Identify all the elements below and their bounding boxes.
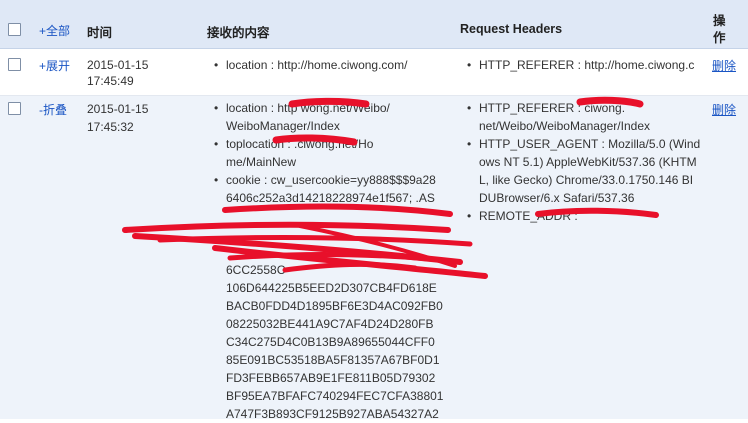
received-line: 6406c252a3d14218228974e1f567; .AS bbox=[226, 191, 435, 205]
received-line: FD3FEBB657AB9E1FE811B05D79302 bbox=[226, 371, 436, 385]
request-headers-content: • HTTP_REFERER : ciwong. net/Weibo/Weibo… bbox=[467, 99, 707, 225]
column-header-request-headers: Request Headers bbox=[460, 22, 563, 36]
delete-link[interactable]: 删除 bbox=[712, 101, 736, 118]
table-row: +展开 2015-01-15 17:45:49 location : http:… bbox=[0, 49, 748, 96]
header-line: net/Weibo/WeiboManager/Index bbox=[479, 119, 650, 133]
received-line: 08225032BE441A9C7AF4D24D280FB bbox=[226, 317, 434, 331]
received-line: BF95EA7BFAFC740294FEC7CFA38801 bbox=[226, 389, 444, 403]
received-line: WeiboManager/Index bbox=[226, 119, 340, 133]
header-line: DUBrowser/6.x Safari/537.36 bbox=[479, 191, 635, 205]
delete-link[interactable]: 删除 bbox=[712, 57, 736, 74]
row-date: 2015-01-15 bbox=[87, 102, 149, 116]
header-line: ows NT 5.1) AppleWebKit/537.36 (KHTM bbox=[479, 155, 697, 169]
received-content: • location : http wong.net/Weibo/ WeiboM… bbox=[214, 99, 464, 423]
row-date: 2015-01-15 bbox=[87, 58, 149, 72]
received-line: 106D644225B5EED2D307CB4FD618E bbox=[226, 281, 437, 295]
row-time: 17:45:32 bbox=[87, 120, 134, 134]
received-line bbox=[214, 225, 464, 243]
column-header-operation: 操 作 bbox=[713, 14, 726, 45]
table-header: +全部 时间 接收的内容 Request Headers 操 作 bbox=[0, 0, 748, 49]
header-line: L, like Gecko) Chrome/33.0.1750.146 BI bbox=[479, 173, 694, 187]
received-list: location : http://home.ciwong.com/ bbox=[214, 56, 454, 74]
column-header-time: 时间 bbox=[87, 26, 113, 40]
header-item: HTTP_REFERER : http://home.ciwong.c bbox=[467, 56, 707, 74]
received-line: 6CC2558C bbox=[226, 263, 286, 277]
expand-row-link[interactable]: +展开 bbox=[39, 57, 70, 74]
collapse-row-link[interactable]: -折叠 bbox=[39, 101, 67, 118]
received-item: location : http://home.ciwong.com/ bbox=[214, 56, 454, 74]
row-checkbox[interactable] bbox=[8, 58, 21, 71]
column-header-received: 接收的内容 bbox=[207, 26, 270, 40]
header-line: HTTP_USER_AGENT : Mozilla/5.0 (Wind bbox=[479, 137, 701, 151]
received-line: A747F3B893CF9125B927ABA54327A2 bbox=[226, 407, 439, 421]
row-time: 17:45:49 bbox=[87, 74, 134, 88]
header-line: REMOTE_ADDR : bbox=[479, 209, 578, 223]
select-all-checkbox[interactable] bbox=[8, 23, 21, 36]
received-line bbox=[214, 207, 464, 225]
table-row: -折叠 2015-01-15 17:45:32 • location : htt… bbox=[0, 96, 748, 421]
header-line: HTTP_REFERER : ciwong. bbox=[479, 101, 626, 115]
received-line: me/MainNew bbox=[226, 155, 297, 169]
received-line: location : http wong.net/Weibo/ bbox=[226, 101, 390, 115]
received-line: C34C275D4C0B13B9A89655044CFF0 bbox=[226, 335, 435, 349]
received-line: BACB0FDD4D1895BF6E3D4AC092FB0 bbox=[226, 299, 443, 313]
expand-all-link[interactable]: +全部 bbox=[39, 22, 70, 39]
received-line bbox=[214, 243, 464, 261]
headers-list: HTTP_REFERER : http://home.ciwong.c bbox=[467, 56, 707, 74]
received-line: toplocation : .ciwong.net/Ho bbox=[226, 137, 374, 151]
row-checkbox[interactable] bbox=[8, 102, 21, 115]
received-line: 85E091BC53518BA5F81357A67BF0D1 bbox=[226, 353, 440, 367]
received-line: cookie : cw_usercookie=yy888$$$9a28 bbox=[226, 173, 436, 187]
